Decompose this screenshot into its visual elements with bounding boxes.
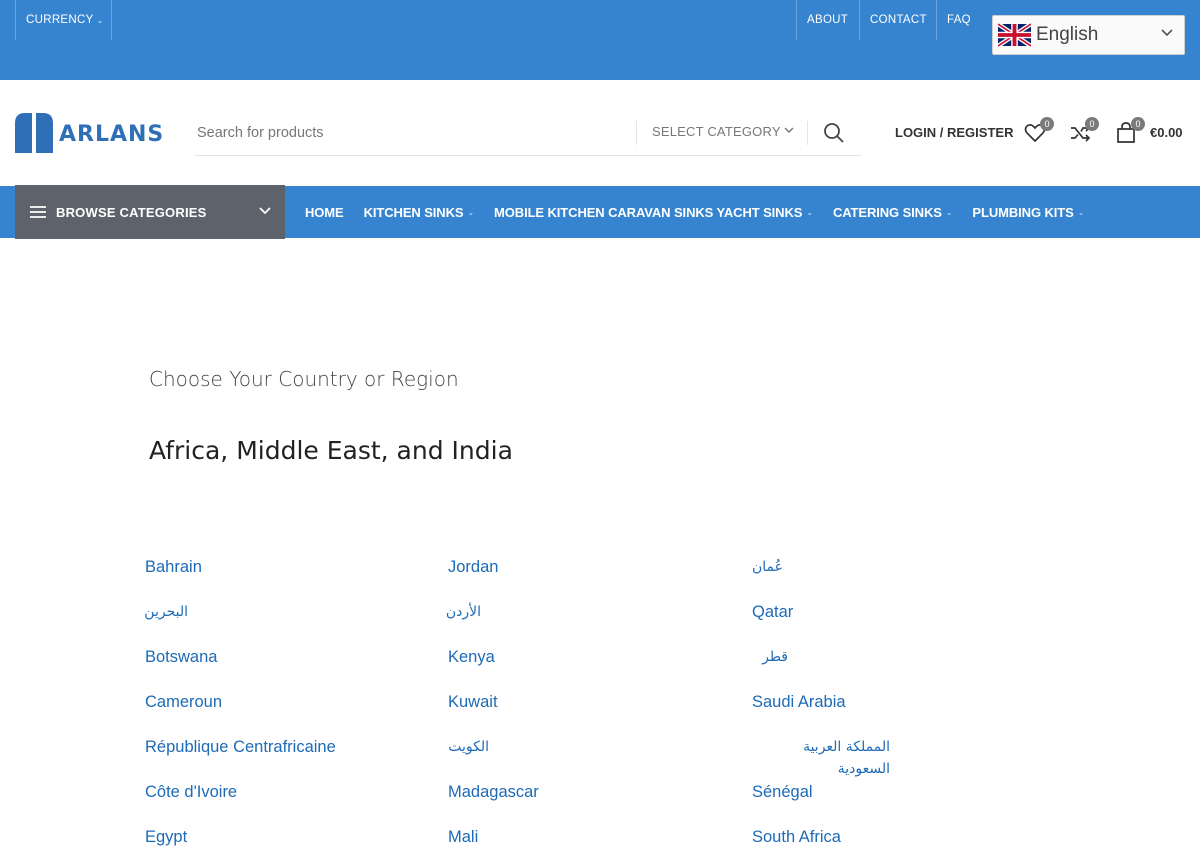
country-link[interactable]: Cameroun <box>145 691 445 736</box>
nav-item-home[interactable]: HOME <box>305 205 344 220</box>
country-link[interactable]: Kenya <box>448 646 748 691</box>
country-link[interactable]: Qatar <box>752 601 1052 646</box>
country-link[interactable]: Madagascar <box>448 781 748 826</box>
compare-count-badge: 0 <box>1085 117 1099 131</box>
currency-label: CURRENCY <box>26 14 94 26</box>
page-title: Choose Your Country or Region <box>149 367 459 391</box>
wishlist-button[interactable]: 0 <box>1024 117 1054 144</box>
country-link[interactable]: الكويت <box>448 736 489 781</box>
nav-item-label: KITCHEN SINKS <box>363 204 464 220</box>
country-link[interactable]: الأردن <box>446 601 481 646</box>
country-link[interactable]: Jordan <box>448 556 748 601</box>
faq-link[interactable]: FAQ <box>947 0 971 40</box>
uk-flag-icon <box>998 23 1031 47</box>
chevron-down-icon: ⌄ <box>945 207 953 217</box>
country-link[interactable]: Saudi Arabia <box>752 691 1052 736</box>
divider <box>796 0 797 40</box>
country-link[interactable]: Kuwait <box>448 691 748 736</box>
cart-total[interactable]: €0.00 <box>1150 125 1183 140</box>
browse-categories-label: BROWSE CATEGORIES <box>56 204 207 220</box>
chevron-down-icon: ⌄ <box>806 207 813 217</box>
nav-item-plumbing-kits[interactable]: PLUMBING KITS ⌄ <box>972 205 1084 220</box>
compare-button[interactable]: 0 <box>1069 117 1099 144</box>
chevron-down-icon <box>784 127 794 133</box>
cart-count-badge: 0 <box>1131 117 1145 131</box>
chevron-down-icon: ⌄ <box>467 207 475 217</box>
search-form: SELECT CATEGORY <box>195 110 861 156</box>
divider <box>636 121 637 145</box>
search-icon[interactable] <box>823 122 845 144</box>
category-select[interactable]: SELECT CATEGORY <box>652 124 781 139</box>
country-link[interactable]: Mali <box>448 826 748 850</box>
divider <box>111 0 112 40</box>
nav-item-kitchen-sinks[interactable]: KITCHEN SINKS ⌄ <box>363 204 475 220</box>
chevron-down-icon: ⌄ <box>1077 207 1085 217</box>
about-link[interactable]: ABOUT <box>807 0 848 40</box>
divider <box>936 0 937 40</box>
country-link[interactable]: Egypt <box>145 826 445 850</box>
divider <box>859 0 860 40</box>
country-link[interactable]: البحرين <box>144 601 188 646</box>
language-select[interactable]: English <box>992 15 1185 55</box>
country-column-2: Jordan الأردن Kenya Kuwait الكويت Madaga… <box>446 556 748 850</box>
country-link[interactable]: République Centrafricaine <box>145 736 445 781</box>
nav-item-label: CATERING SINKS <box>832 204 942 220</box>
logo-mark-icon <box>15 113 53 153</box>
country-column-1: Bahrain البحرين Botswana Cameroun Républ… <box>144 556 445 850</box>
chevron-down-icon: ⌄ <box>96 15 104 25</box>
contact-link[interactable]: CONTACT <box>870 0 927 40</box>
nav-item-mobile-kitchen[interactable]: MOBILE KITCHEN CARAVAN SINKS YACHT SINKS… <box>494 205 813 220</box>
header: ARLANS SELECT CATEGORY LOGIN / REGISTER … <box>0 80 1200 186</box>
currency-switcher[interactable]: CURRENCY ⌄ <box>16 0 104 40</box>
region-heading: Africa, Middle East, and India <box>149 436 513 465</box>
country-column-3: عُمان Qatar قطر Saudi Arabia المملكة الع… <box>752 556 1052 850</box>
country-link[interactable]: Botswana <box>145 646 445 691</box>
chevron-down-icon <box>259 207 271 215</box>
nav-item-label: HOME <box>305 204 344 220</box>
main-nav: BROWSE CATEGORIES HOME KITCHEN SINKS ⌄ MO… <box>0 185 1200 239</box>
nav-item-label: MOBILE KITCHEN CARAVAN SINKS YACHT SINKS <box>494 204 803 220</box>
country-link[interactable]: Sénégal <box>752 781 1052 826</box>
chevron-down-icon <box>1161 29 1173 37</box>
nav-menu: HOME KITCHEN SINKS ⌄ MOBILE KITCHEN CARAV… <box>305 186 1104 238</box>
country-link[interactable]: عُمان <box>752 556 783 601</box>
divider <box>807 121 808 145</box>
country-link[interactable]: South Africa <box>752 826 1052 850</box>
country-link[interactable]: قطر <box>752 646 788 691</box>
nav-item-label: PLUMBING KITS <box>972 204 1074 220</box>
language-label: English <box>1036 24 1099 45</box>
wishlist-count-badge: 0 <box>1040 117 1054 131</box>
logo-text: ARLANS <box>59 122 165 147</box>
hamburger-menu-icon <box>30 206 46 218</box>
search-input[interactable] <box>197 120 627 146</box>
nav-item-catering-sinks[interactable]: CATERING SINKS ⌄ <box>832 204 953 220</box>
cart-button[interactable]: 0 <box>1115 117 1145 144</box>
login-register-link[interactable]: LOGIN / REGISTER <box>895 125 1013 140</box>
top-bar: CURRENCY ⌄ ABOUT CONTACT FAQ English <box>0 0 1200 80</box>
country-link[interactable]: المملكة العربية السعودية <box>752 736 890 781</box>
browse-categories-button[interactable]: BROWSE CATEGORIES <box>15 185 285 239</box>
logo[interactable]: ARLANS <box>15 113 164 153</box>
country-link[interactable]: Bahrain <box>145 556 445 601</box>
country-link[interactable]: Côte d'Ivoire <box>145 781 445 826</box>
